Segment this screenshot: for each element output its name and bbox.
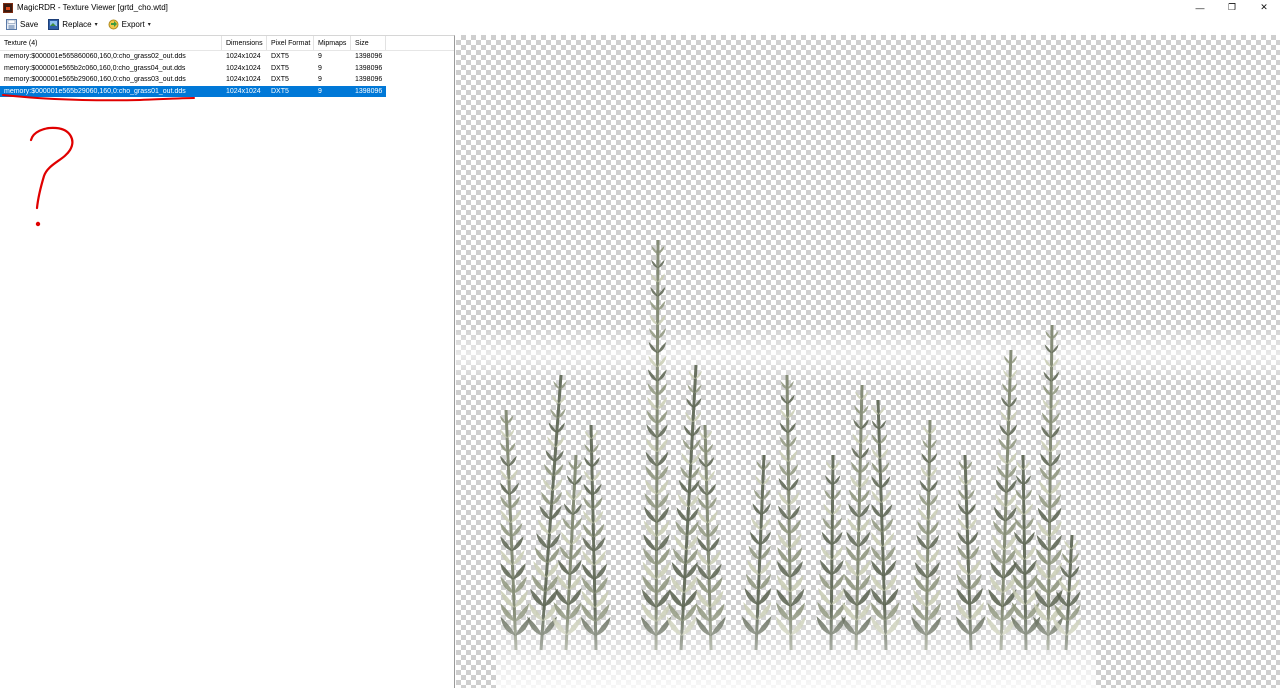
grass-texture-image	[496, 239, 1096, 688]
replace-label: Replace	[62, 20, 92, 29]
pixel-format-cell: DXT5	[271, 53, 289, 61]
close-button[interactable]: ✕	[1248, 0, 1280, 15]
column-header-pixel-format[interactable]: Pixel Format	[267, 36, 314, 50]
app-logo-icon	[3, 2, 13, 13]
texture-row[interactable]: memory:$000001e565860060,160,0:cho_grass…	[0, 51, 454, 63]
pixel-format-cell: DXT5	[271, 87, 289, 95]
texture-preview-canvas[interactable]	[456, 35, 1280, 688]
mipmaps-cell: 9	[318, 87, 322, 95]
column-header-dimensions[interactable]: Dimensions	[222, 36, 267, 50]
maximize-button[interactable]: ❐	[1216, 0, 1248, 15]
size-cell: 1398096	[355, 87, 383, 95]
toolbar: Save Replace ▾ Export ▾	[0, 15, 1280, 34]
texture-row-selected[interactable]: memory:$000001e565b29060,160,0:cho_grass…	[0, 85, 454, 98]
minimize-button[interactable]: —	[1184, 0, 1216, 15]
title-bar: MagicRDR - Texture Viewer [grtd_cho.wtd]…	[0, 0, 1280, 15]
texture-row[interactable]: memory:$000001e565b29060,160,0:cho_grass…	[0, 74, 454, 86]
size-cell: 1398096	[355, 76, 383, 84]
chevron-down-icon: ▾	[94, 22, 98, 28]
size-cell: 1398096	[355, 53, 383, 61]
dimensions-cell: 1024x1024	[226, 76, 261, 84]
export-icon	[108, 19, 119, 30]
mipmaps-cell: 9	[318, 64, 322, 72]
texture-name-cell: memory:$000001e565b2c060,160,0:cho_grass…	[4, 64, 186, 72]
size-cell: 1398096	[355, 64, 383, 72]
replace-image-icon	[48, 19, 60, 30]
texture-name-cell: memory:$000001e565b29060,160,0:cho_grass…	[4, 76, 186, 84]
column-header-mipmaps[interactable]: Mipmaps	[314, 36, 351, 50]
export-dropdown-button[interactable]: Export ▾	[105, 16, 154, 33]
window-title: MagicRDR - Texture Viewer [grtd_cho.wtd]	[17, 3, 168, 12]
column-header-size[interactable]: Size	[351, 36, 386, 50]
dimensions-cell: 1024x1024	[226, 87, 261, 95]
save-button[interactable]: Save	[3, 16, 41, 33]
export-label: Export	[121, 20, 145, 29]
texture-name-cell: memory:$000001e565860060,160,0:cho_grass…	[4, 53, 186, 61]
texture-list-panel: Texture (4) Dimensions Pixel Format Mipm…	[0, 35, 455, 688]
texture-list-header: Texture (4) Dimensions Pixel Format Mipm…	[0, 36, 454, 51]
texture-viewer-window: MagicRDR - Texture Viewer [grtd_cho.wtd]…	[0, 0, 1280, 688]
pixel-format-cell: DXT5	[271, 76, 289, 84]
replace-dropdown-button[interactable]: Replace ▾	[45, 16, 100, 33]
pixel-format-cell: DXT5	[271, 64, 289, 72]
column-header-texture[interactable]: Texture (4)	[0, 36, 222, 50]
chevron-down-icon: ▾	[147, 22, 151, 28]
window-controls: — ❐ ✕	[1184, 0, 1280, 15]
texture-row[interactable]: memory:$000001e565b2c060,160,0:cho_grass…	[0, 63, 454, 75]
save-label: Save	[20, 20, 39, 29]
mipmaps-cell: 9	[318, 53, 322, 61]
texture-name-cell: memory:$000001e565b29060,160,0:cho_grass…	[4, 87, 186, 95]
save-disk-icon	[6, 19, 17, 30]
dimensions-cell: 1024x1024	[226, 64, 261, 72]
dimensions-cell: 1024x1024	[226, 53, 261, 61]
mipmaps-cell: 9	[318, 76, 322, 84]
